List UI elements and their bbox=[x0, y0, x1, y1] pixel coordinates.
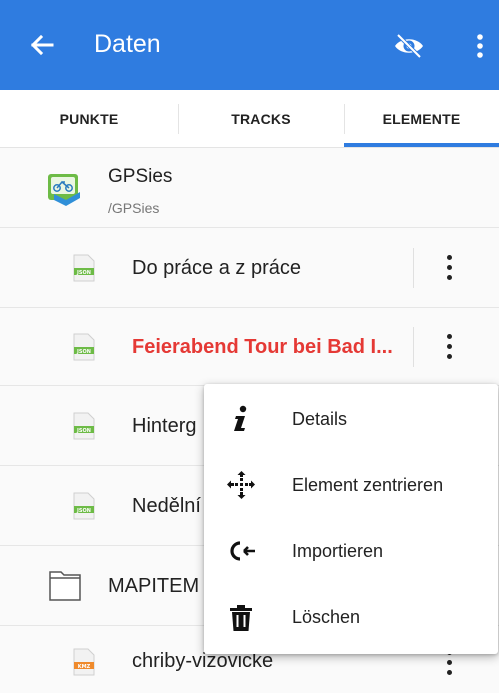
center-arrows-icon bbox=[227, 471, 255, 499]
file-type-label: JSON bbox=[76, 349, 91, 355]
menu-item-label: Details bbox=[292, 409, 348, 429]
menu-item-label: Löschen bbox=[292, 607, 361, 627]
context-menu: Details Element zentrieren Importieren L… bbox=[204, 384, 498, 654]
menu-item-delete[interactable]: Löschen bbox=[204, 584, 498, 650]
row-divider bbox=[413, 248, 414, 288]
info-icon bbox=[234, 405, 247, 431]
file-type-label: JSON bbox=[76, 508, 91, 514]
folder-path: /GPSies bbox=[108, 200, 160, 216]
list-item[interactable]: JSON Do práce a z práce bbox=[0, 228, 499, 308]
folder-row-gpsies[interactable]: GPSies /GPSies bbox=[0, 148, 499, 228]
menu-item-import[interactable]: Importieren bbox=[204, 518, 498, 584]
tab-tracks[interactable]: TRACKS bbox=[178, 90, 344, 148]
kmz-file-icon: KMZ bbox=[73, 648, 95, 676]
menu-item-center[interactable]: Element zentrieren bbox=[204, 452, 498, 518]
trash-icon bbox=[230, 605, 252, 631]
json-file-icon: JSON bbox=[73, 254, 95, 282]
tab-elemente[interactable]: ELEMENTE bbox=[344, 90, 499, 148]
active-tab-indicator bbox=[344, 143, 499, 147]
item-name: Feierabend Tour bei Bad I... bbox=[132, 336, 393, 358]
json-file-icon: JSON bbox=[73, 333, 95, 361]
json-file-icon: JSON bbox=[73, 492, 95, 520]
page-title: Daten bbox=[94, 30, 161, 58]
menu-item-details[interactable]: Details bbox=[204, 386, 498, 452]
more-vert-icon[interactable] bbox=[470, 28, 490, 64]
menu-item-label: Importieren bbox=[292, 541, 384, 561]
list-item-selected[interactable]: JSON Feierabend Tour bei Bad I... bbox=[0, 308, 499, 386]
menu-item-label: Element zentrieren bbox=[292, 475, 444, 495]
file-type-label: JSON bbox=[76, 270, 91, 276]
row-divider bbox=[413, 327, 414, 367]
import-icon bbox=[230, 541, 255, 561]
folder-icon bbox=[49, 571, 81, 601]
file-type-label: KMZ bbox=[78, 664, 91, 670]
item-name: Do práce a z práce bbox=[132, 257, 301, 279]
tab-bar: PUNKTE TRACKS ELEMENTE bbox=[0, 90, 499, 148]
more-vert-icon[interactable] bbox=[441, 253, 457, 283]
arrow-left-icon[interactable] bbox=[22, 25, 62, 65]
item-name: Nedělní bbox=[132, 495, 201, 517]
folder-name: MAPITEM bbox=[108, 575, 200, 597]
tab-punkte[interactable]: PUNKTE bbox=[0, 90, 178, 148]
eye-off-icon[interactable] bbox=[391, 28, 427, 64]
item-name: Hinterg bbox=[132, 415, 197, 437]
gpsies-logo-icon bbox=[48, 174, 80, 206]
more-vert-icon[interactable] bbox=[441, 332, 457, 362]
json-file-icon: JSON bbox=[73, 412, 95, 440]
app-bar: Daten bbox=[0, 0, 499, 90]
file-type-label: JSON bbox=[76, 428, 91, 434]
folder-name: GPSies bbox=[108, 166, 173, 187]
